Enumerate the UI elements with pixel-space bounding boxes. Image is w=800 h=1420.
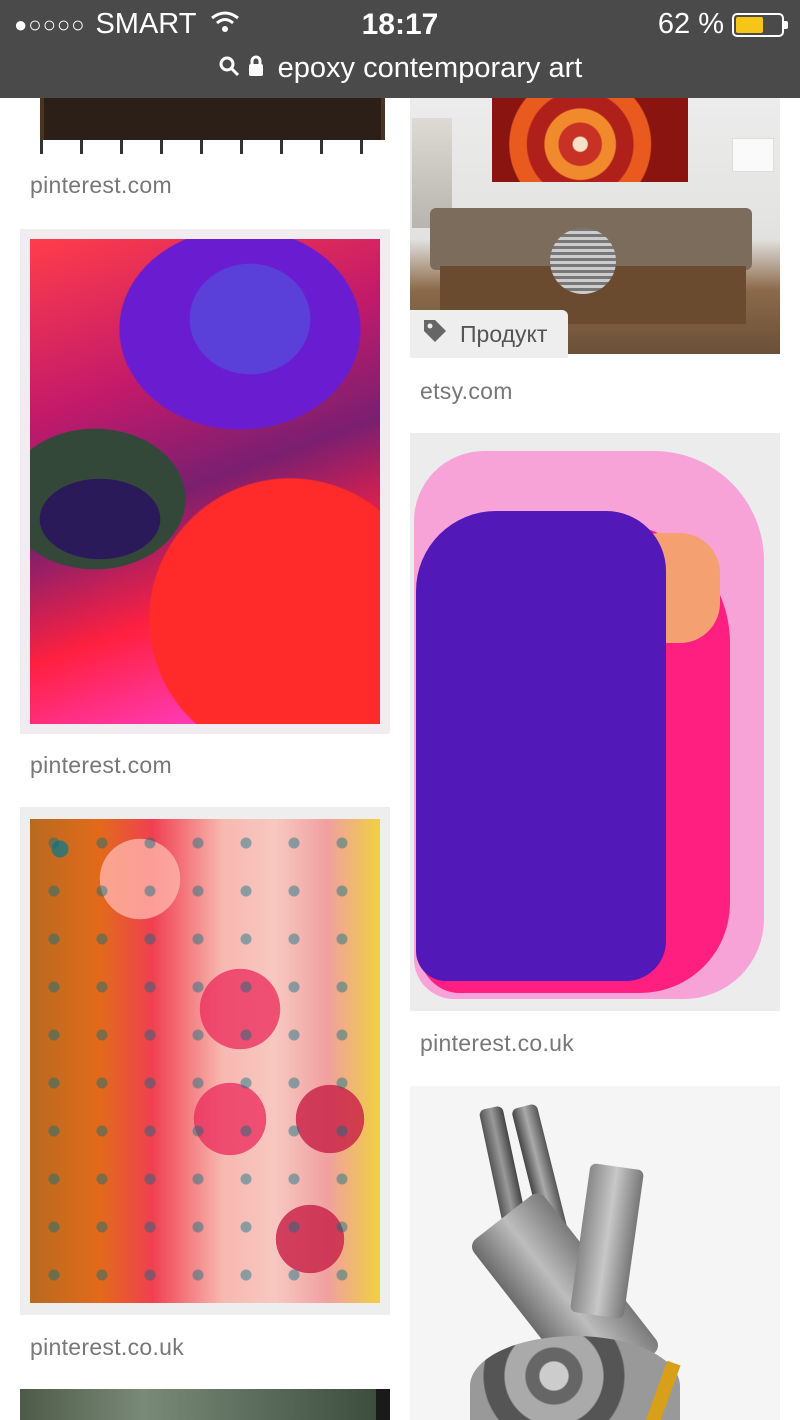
status-bar: ●○○○○ SMART 18:17 62 % epoxy contemporar… [0, 0, 800, 98]
url-query: epoxy contemporary art [277, 52, 583, 84]
dot-pattern [30, 819, 380, 1303]
wall-painting [492, 98, 688, 182]
badge-label: Продукт [460, 320, 548, 347]
result-source-1[interactable]: pinterest.com [30, 172, 172, 199]
battery-fill [736, 16, 764, 33]
result-image-2[interactable] [20, 229, 390, 734]
address-bar[interactable]: epoxy contemporary art [0, 52, 800, 85]
battery-percent: 62 % [657, 8, 724, 40]
result-source-2[interactable]: pinterest.com [30, 752, 172, 779]
result-image-6[interactable] [410, 433, 780, 1011]
result-source-6[interactable]: pinterest.co.uk [420, 1030, 574, 1057]
result-source-3[interactable]: pinterest.co.uk [30, 1334, 184, 1361]
vase [550, 228, 616, 294]
result-source-5[interactable]: etsy.com [420, 378, 513, 405]
result-image-7[interactable] [410, 1086, 780, 1420]
result-image-3[interactable] [20, 807, 390, 1315]
image-edge [376, 1389, 390, 1420]
lock-icon [246, 52, 272, 85]
product-badge[interactable]: Продукт [410, 310, 568, 358]
battery-icon [732, 12, 788, 37]
stand-legs [40, 140, 390, 154]
status-right: 62 % [657, 8, 788, 41]
purple-layer [416, 511, 666, 981]
abstract-artwork [30, 239, 380, 724]
framed-artwork [40, 98, 385, 144]
sculpture-board [569, 1162, 645, 1320]
result-image-4[interactable] [20, 1389, 390, 1420]
search-icon [218, 52, 246, 85]
tag-icon [422, 318, 460, 350]
lamp [732, 138, 774, 172]
result-image-1[interactable] [20, 98, 390, 154]
